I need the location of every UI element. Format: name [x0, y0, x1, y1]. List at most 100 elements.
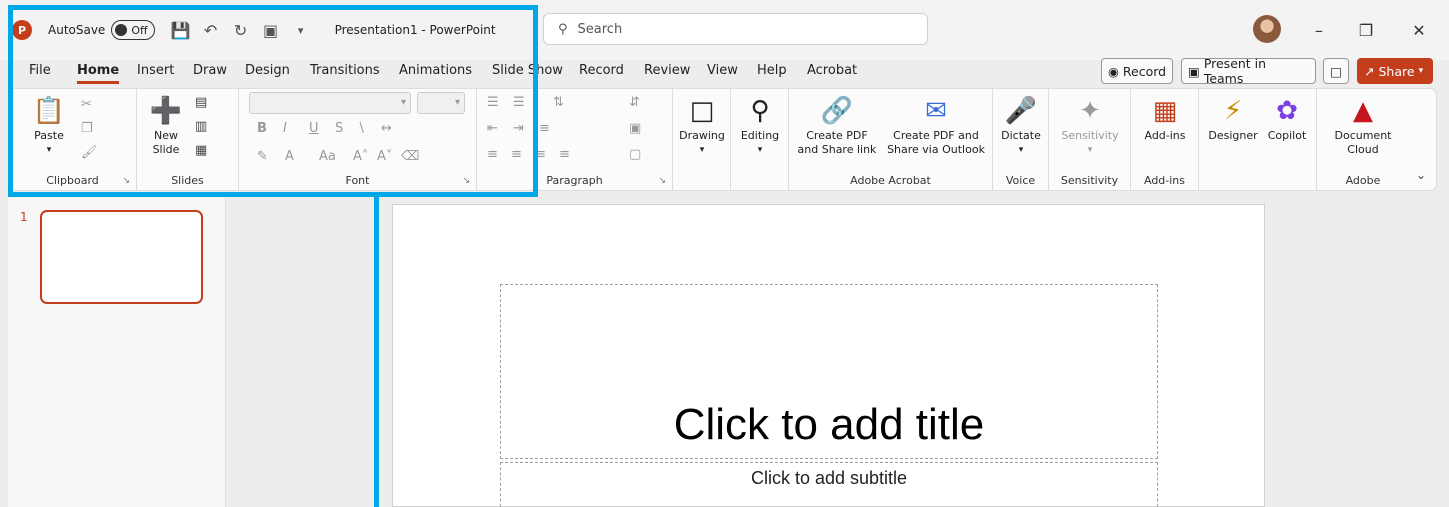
designer-icon: ⚡ — [1223, 96, 1243, 126]
subtitle-placeholder[interactable]: Click to add subtitle — [500, 462, 1158, 507]
restore-icon[interactable]: ❐ — [1352, 16, 1380, 44]
outlook-label-1: Create PDF and — [893, 129, 979, 142]
add-ins-button-label: Add-ins — [1144, 129, 1186, 142]
search-box[interactable]: ⚲ Search — [543, 13, 928, 45]
new-slide-button[interactable]: ➕ New Slide — [143, 95, 189, 157]
sensitivity-button[interactable]: ✦ Sensitivity ▾ — [1053, 95, 1127, 157]
underline-button[interactable]: U — [309, 121, 319, 136]
cut-icon[interactable]: ✂ — [81, 97, 92, 112]
sensitivity-button-label: Sensitivity — [1061, 129, 1119, 142]
create-pdf-share-link-button[interactable]: 🔗 Create PDF and Share link — [795, 95, 879, 157]
justify-icon[interactable]: ≡ — [559, 147, 570, 162]
dialog-launcher-icon[interactable]: ↘ — [462, 176, 470, 186]
title-placeholder-text: Click to add title — [673, 400, 985, 449]
present-in-teams-button[interactable]: ▣ Present in Teams — [1181, 56, 1316, 86]
section-icon[interactable]: ▦ — [195, 143, 207, 158]
teams-icon: ▣ — [1188, 63, 1200, 79]
text-shadow-button[interactable]: S — [335, 121, 343, 136]
align-center-icon[interactable]: ≡ — [511, 147, 522, 162]
tab-insert[interactable]: Insert — [137, 60, 174, 84]
text-direction-icon[interactable]: ⇵ — [629, 95, 640, 110]
ribbon-display-options-icon[interactable]: ⌄ — [1416, 168, 1426, 182]
change-case-button[interactable]: Aa — [319, 149, 336, 164]
decrease-font-icon[interactable]: A˅ — [377, 149, 392, 164]
tab-help[interactable]: Help — [757, 60, 787, 84]
redo-icon[interactable]: ↻ — [229, 18, 253, 42]
editing-button[interactable]: ⚲ Editing ▾ — [735, 95, 785, 157]
drawing-button[interactable]: □ Drawing ▾ — [677, 95, 727, 157]
chevron-down-icon: ▾ — [757, 145, 763, 155]
tab-home[interactable]: Home — [77, 60, 120, 84]
search-placeholder: Search — [577, 21, 623, 37]
record-button[interactable]: ◉ Record — [1101, 58, 1173, 84]
paste-button[interactable]: 📋 Paste ▾ — [29, 95, 69, 157]
title-placeholder[interactable]: Click to add title — [500, 284, 1158, 459]
font-group: ▾ ▾ B I U S ∖ ↔ ✎ A Aa A˄ A˅ ⌫ Font ↘ — [239, 89, 477, 190]
dictate-label: Dictate — [1001, 129, 1041, 142]
designer-button[interactable]: ⚡ Designer — [1205, 95, 1261, 143]
slide-thumbnail[interactable] — [40, 210, 203, 304]
align-left-icon[interactable]: ≡ — [487, 147, 498, 162]
tab-design[interactable]: Design — [245, 60, 290, 84]
reset-slide-icon[interactable]: ▥ — [195, 119, 207, 134]
close-icon[interactable]: ✕ — [1405, 16, 1433, 44]
tab-draw[interactable]: Draw — [193, 60, 227, 84]
font-color-icon[interactable]: A — [285, 149, 294, 164]
strikethrough-icon[interactable]: ∖ — [357, 121, 365, 136]
dictate-button[interactable]: 🎤 Dictate ▾ — [997, 95, 1045, 157]
copy-icon[interactable]: ❐ — [81, 121, 93, 136]
paragraph-group-label: Paragraph — [546, 174, 603, 187]
comments-button[interactable]: □ — [1323, 58, 1349, 84]
bullets-icon[interactable]: ☰ — [487, 95, 499, 110]
save-icon[interactable]: 💾 — [169, 18, 193, 42]
create-pdf-outlook-button[interactable]: ✉ Create PDF and Share via Outlook — [883, 95, 989, 157]
user-avatar[interactable] — [1253, 15, 1281, 43]
dialog-launcher-icon[interactable]: ↘ — [658, 176, 666, 186]
add-ins-button[interactable]: ▦ Add-ins — [1135, 95, 1195, 143]
tab-acrobat[interactable]: Acrobat — [807, 60, 857, 84]
align-right-icon[interactable]: ≡ — [535, 147, 546, 162]
layout-icon[interactable]: ▤ — [195, 95, 207, 110]
font-size-combo[interactable]: ▾ — [417, 92, 465, 114]
italic-button[interactable]: I — [283, 121, 287, 136]
tab-slide-show[interactable]: Slide Show — [492, 60, 563, 84]
decrease-indent-icon[interactable]: ⇤ — [487, 121, 498, 136]
tab-view[interactable]: View — [707, 60, 738, 84]
character-spacing-icon[interactable]: ↔ — [381, 121, 392, 136]
numbering-icon[interactable]: ☰ — [513, 95, 525, 110]
customize-toolbar-icon[interactable]: ▾ — [289, 18, 313, 42]
tab-file[interactable]: File — [29, 60, 51, 84]
copilot-button[interactable]: ✿ Copilot — [1261, 95, 1313, 143]
columns-icon[interactable]: ≡ — [539, 121, 550, 136]
minimize-icon[interactable]: – — [1305, 16, 1333, 44]
document-cloud-button[interactable]: ▲ Document Cloud — [1323, 95, 1403, 157]
increase-indent-icon[interactable]: ⇥ — [513, 121, 524, 136]
slide-thumbnails-pane: 1 — [8, 196, 226, 507]
tab-review[interactable]: Review — [644, 60, 690, 84]
designer-label: Designer — [1208, 129, 1258, 142]
clear-formatting-icon[interactable]: ⌫ — [401, 149, 419, 164]
dialog-launcher-icon[interactable]: ↘ — [122, 176, 130, 186]
tab-record[interactable]: Record — [579, 60, 624, 84]
share-button[interactable]: ↗ Share ▾ — [1357, 58, 1433, 84]
tab-transitions[interactable]: Transitions — [310, 60, 380, 84]
find-icon: ⚲ — [750, 96, 770, 126]
autosave-toggle[interactable]: Off — [111, 20, 155, 40]
undo-icon[interactable]: ↶ — [199, 18, 223, 42]
tab-animations[interactable]: Animations — [399, 60, 472, 84]
font-name-combo[interactable]: ▾ — [249, 92, 411, 114]
align-text-icon[interactable]: ▣ — [629, 121, 641, 136]
present-from-start-icon[interactable]: ▣ — [259, 18, 283, 42]
highlight-icon[interactable]: ✎ — [257, 149, 268, 164]
increase-font-icon[interactable]: A˄ — [353, 149, 368, 164]
powerpoint-logo-icon: P — [12, 20, 32, 40]
sensitivity-group-label: Sensitivity — [1060, 174, 1119, 187]
bold-button[interactable]: B — [257, 121, 267, 136]
smartart-icon[interactable]: ▢ — [629, 147, 641, 162]
line-spacing-icon[interactable]: ⇅ — [553, 95, 564, 110]
create-pdf-label-1: Create PDF — [806, 129, 868, 142]
slide-canvas: Click to add title Click to add subtitle — [392, 204, 1265, 507]
format-painter-icon[interactable]: 🖌 — [81, 145, 98, 160]
clipboard-group-label: Clipboard — [46, 174, 99, 187]
drawing-label: Drawing — [679, 129, 725, 142]
